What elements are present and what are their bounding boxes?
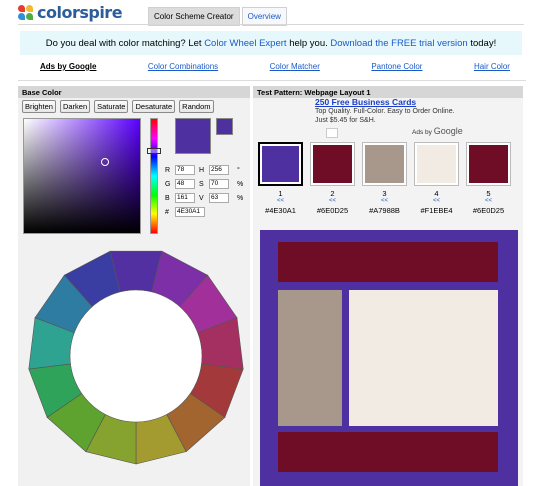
use-as-base-link[interactable]: <<	[362, 198, 407, 204]
scheme-color-number: 1	[278, 189, 283, 198]
saturation-value-picker[interactable]	[23, 118, 141, 234]
b-label: B	[165, 194, 170, 202]
h-unit: °	[237, 166, 240, 174]
color-wheel[interactable]	[28, 245, 244, 467]
color-value-fields: R 78 H 256 ° G 48 S 70 % B 161 V 63 % # …	[165, 163, 245, 219]
ad-description: Top Quality. Full-Color. Easy to Order O…	[315, 108, 455, 124]
ads-by-text: Ads by	[412, 129, 432, 136]
logo-mark-icon	[18, 4, 34, 21]
scheme-color-fill	[365, 145, 404, 183]
use-as-base-link[interactable]: <<	[466, 198, 511, 204]
scheme-color-hex: #F1EBE4	[420, 206, 453, 215]
ad-link-hair-color[interactable]: Hair Color	[474, 62, 510, 71]
promo-link-download[interactable]: Download the FREE trial version	[330, 38, 467, 49]
v-label: V	[199, 194, 204, 202]
use-as-base-link[interactable]: <<	[310, 198, 355, 204]
scheme-color-hex: #6E0D25	[472, 206, 505, 215]
b-field[interactable]: 161	[175, 193, 195, 203]
picker-cursor[interactable]	[101, 158, 109, 166]
scheme-color-fill	[262, 146, 299, 182]
scheme-color-cell[interactable]: 1 << #4E30A1	[258, 142, 303, 215]
logo-text: colorspire	[37, 3, 123, 22]
promo-link-color-wheel-expert[interactable]: Color Wheel Expert	[204, 38, 286, 49]
base-color-buttons: Brighten Darken Saturate Desaturate Rand…	[22, 100, 214, 113]
google-text: Google	[433, 126, 463, 136]
use-as-base-link[interactable]: <<	[414, 198, 459, 204]
random-button[interactable]: Random	[179, 100, 214, 113]
scheme-color-cell[interactable]: 4 << #F1EBE4	[414, 142, 459, 215]
layout-main-block	[349, 290, 498, 426]
scheme-color-hex: #A7988B	[369, 206, 400, 215]
ad-link-color-combinations[interactable]: Color Combinations	[148, 62, 218, 71]
g-label: G	[165, 180, 171, 188]
saturate-button[interactable]: Saturate	[94, 100, 129, 113]
scheme-color-number: 4	[434, 189, 439, 198]
s-unit: %	[237, 180, 244, 188]
g-field[interactable]: 48	[175, 179, 195, 189]
hue-slider[interactable]	[150, 118, 158, 234]
scheme-color-cell[interactable]: 2 << #6E0D25	[310, 142, 355, 215]
sponsored-ad: 250 Free Business Cards Top Quality. Ful…	[315, 98, 465, 125]
v-field[interactable]: 63	[209, 193, 229, 203]
promo-text-middle: help you.	[289, 37, 328, 49]
r-field[interactable]: 78	[175, 165, 195, 175]
promo-text-start: Do you deal with color matching? Let	[45, 37, 202, 49]
ad-title-link[interactable]: 250 Free Business Cards	[315, 98, 465, 107]
promo-text-end: today!	[470, 37, 497, 49]
scheme-color-hex: #6E0D25	[316, 206, 349, 215]
hue-slider-handle[interactable]	[147, 148, 161, 154]
s-label: S	[199, 180, 204, 188]
current-color-swatch	[175, 118, 211, 154]
logo[interactable]: colorspire	[18, 3, 123, 22]
wheel-center	[69, 289, 203, 423]
use-as-base-link[interactable]: <<	[258, 198, 303, 204]
s-field[interactable]: 70	[209, 179, 229, 189]
brighten-button[interactable]: Brighten	[22, 100, 56, 113]
ads-by-google-badge[interactable]: Ads by Google	[412, 126, 463, 136]
previous-color-swatch[interactable]	[216, 118, 233, 135]
promo-banner: Do you deal with color matching? Let Col…	[20, 31, 522, 55]
scheme-color-cell[interactable]: 3 << #A7988B	[362, 142, 407, 215]
h-field[interactable]: 256	[209, 165, 229, 175]
scheme-color-number: 2	[330, 189, 335, 198]
scheme-color-fill	[469, 145, 508, 183]
scheme-color-cell[interactable]: 5 << #6E0D25	[466, 142, 511, 215]
scheme-color-number: 3	[382, 189, 387, 198]
scheme-color-fill	[313, 145, 352, 183]
layout-header-block	[278, 242, 498, 282]
layout-sidebar-block	[278, 290, 342, 426]
desaturate-button[interactable]: Desaturate	[132, 100, 176, 113]
v-unit: %	[237, 194, 244, 202]
scheme-color-swatch[interactable]	[362, 142, 407, 186]
content-divider	[18, 80, 526, 81]
scheme-color-hex: #4E30A1	[265, 206, 296, 215]
h-label: H	[199, 166, 205, 174]
r-label: R	[165, 166, 171, 174]
ad-info-icon[interactable]	[326, 128, 338, 138]
hex-label: #	[165, 208, 169, 216]
ads-by-google-label[interactable]: Ads by Google	[40, 62, 96, 71]
layout-preview	[260, 230, 518, 486]
scheme-color-number: 5	[486, 189, 491, 198]
hex-field[interactable]: 4E30A1	[175, 207, 205, 217]
scheme-color-swatch[interactable]	[466, 142, 511, 186]
header-divider	[18, 24, 524, 25]
layout-footer-block	[278, 432, 498, 472]
darken-button[interactable]: Darken	[59, 100, 91, 113]
base-color-title: Base Color	[18, 86, 250, 98]
ad-links-bar: Ads by Google Color Combinations Color M…	[20, 62, 522, 71]
ad-link-color-matcher[interactable]: Color Matcher	[270, 62, 320, 71]
scheme-color-swatch[interactable]	[414, 142, 459, 186]
scheme-color-swatch[interactable]	[258, 142, 303, 186]
scheme-color-fill	[417, 145, 456, 183]
scheme-color-swatch[interactable]	[310, 142, 355, 186]
ad-link-pantone-color[interactable]: Pantone Color	[371, 62, 422, 71]
